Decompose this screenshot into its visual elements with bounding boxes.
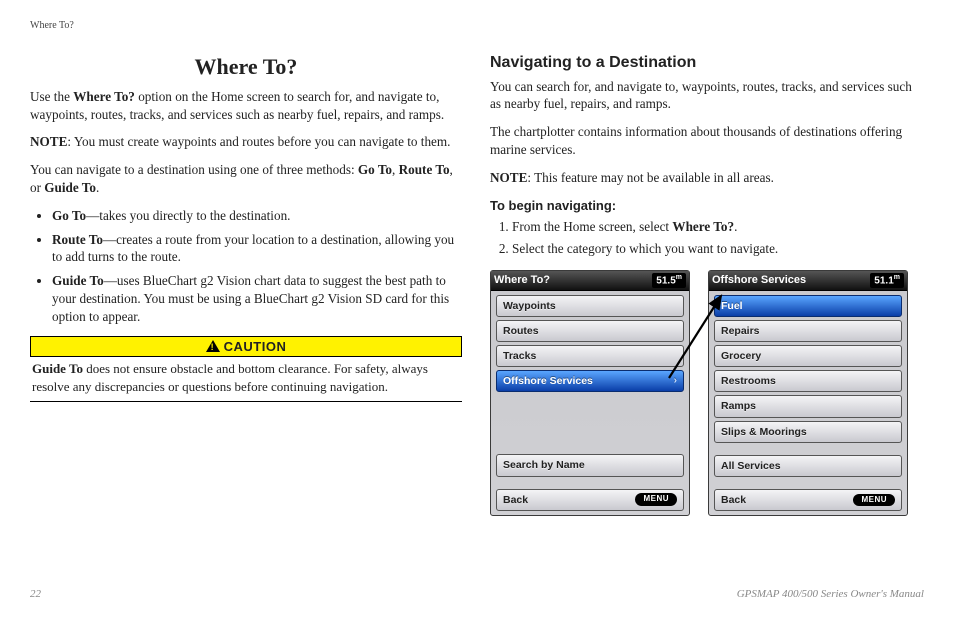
route-to-bold: Route To [399,162,450,177]
menu-tracks[interactable]: Tracks [496,345,684,367]
device-menu-list: Waypoints Routes Tracks Offshore Service… [491,291,689,515]
term: Guide To [32,361,83,376]
where-to-bold: Where To? [672,219,734,234]
spacer [496,395,684,451]
where-to-bold: Where To? [73,89,135,104]
menu-search-by-name[interactable]: Search by Name [496,454,684,476]
label: Fuel [721,300,743,312]
text: From the Home screen, select [512,219,672,234]
menu-back[interactable]: Back MENU [714,489,902,511]
screen-title: Where To? [494,273,550,288]
text: does not ensure obstacle and bottom clea… [32,361,428,394]
def: —takes you directly to the destination. [86,208,290,223]
list-item: Route To—creates a route from your locat… [52,231,462,267]
text: You can navigate to a destination using … [30,162,358,177]
left-column: Where To? Use the Where To? option on th… [30,52,462,516]
screen-title: Offshore Services [712,273,806,288]
intro-paragraph: Use the Where To? option on the Home scr… [30,88,462,124]
method-list: Go To—takes you directly to the destinat… [44,207,462,326]
caution-bar: CAUTION [30,336,462,358]
device-screenshots: Where To? 51.5m Waypoints Routes Tracks … [490,270,924,516]
term: Guide To [52,273,104,288]
steps-list: From the Home screen, select Where To?. … [508,218,924,258]
depth-badge: 51.5m [652,273,686,288]
menu-offshore-services[interactable]: Offshore Services › [496,370,684,392]
section-title: Navigating to a Destination [490,52,924,74]
page-footer: 22 GPSMAP 400/500 Series Owner's Manual [30,588,924,600]
right-p1: You can search for, and navigate to, way… [490,78,924,114]
text: : This feature may not be available in a… [527,170,774,185]
text: , [392,162,399,177]
depth-value: 51.5 [656,275,675,286]
depth-value: 51.1 [874,275,893,286]
term: Go To [52,208,86,223]
device-menu-list: Fuel Repairs Grocery Restrooms Ramps Sli… [709,291,907,515]
text: Use the [30,89,73,104]
list-item: Select the category to which you want to… [512,240,924,258]
label: Offshore Services [503,375,593,387]
page-title: Where To? [30,52,462,82]
spacer [714,446,902,452]
label: Back [721,493,746,507]
device-where-to: Where To? 51.5m Waypoints Routes Tracks … [490,270,690,516]
right-note: NOTE: This feature may not be available … [490,169,924,187]
menu-pill: MENU [635,493,677,506]
device-header: Where To? 51.5m [491,271,689,291]
device-offshore-services: Offshore Services 51.1m Fuel Repairs Gro… [708,270,908,516]
right-column: Navigating to a Destination You can sear… [490,52,924,516]
chevron-right-icon: › [674,374,677,388]
menu-all-services[interactable]: All Services [714,455,902,477]
spacer [714,480,902,486]
text: . [734,219,737,234]
spacer [496,480,684,486]
label: Back [503,493,528,507]
text: : You must create waypoints and routes b… [67,134,450,149]
content-columns: Where To? Use the Where To? option on th… [30,52,924,516]
term: Route To [52,232,103,247]
steps-title: To begin navigating: [490,197,924,215]
menu-fuel[interactable]: Fuel [714,295,902,317]
menu-back[interactable]: Back MENU [496,489,684,511]
running-header: Where To? [30,20,74,31]
right-p2: The chartplotter contains information ab… [490,123,924,159]
menu-pill: MENU [853,494,895,507]
guide-to-bold: Guide To [44,180,96,195]
warning-icon [206,340,220,352]
device-header: Offshore Services 51.1m [709,271,907,291]
text: . [96,180,99,195]
def: —creates a route from your location to a… [52,232,454,265]
list-item: Go To—takes you directly to the destinat… [52,207,462,225]
menu-routes[interactable]: Routes [496,320,684,342]
go-to-bold: Go To [358,162,392,177]
menu-repairs[interactable]: Repairs [714,320,902,342]
menu-grocery[interactable]: Grocery [714,345,902,367]
note-paragraph: NOTE: You must create waypoints and rout… [30,133,462,151]
def: —uses BlueChart g2 Vision chart data to … [52,273,449,324]
depth-badge: 51.1m [870,273,904,288]
manual-title: GPSMAP 400/500 Series Owner's Manual [737,588,924,600]
list-item: From the Home screen, select Where To?. [512,218,924,236]
menu-waypoints[interactable]: Waypoints [496,295,684,317]
note-label: NOTE [490,170,527,185]
note-label: NOTE [30,134,67,149]
page-number: 22 [30,588,41,600]
caution-label: CAUTION [224,339,287,354]
list-item: Guide To—uses BlueChart g2 Vision chart … [52,272,462,325]
caution-body: Guide To does not ensure obstacle and bo… [30,357,462,402]
methods-paragraph: You can navigate to a destination using … [30,161,462,197]
menu-ramps[interactable]: Ramps [714,395,902,417]
page: Where To? Where To? Use the Where To? op… [0,0,954,618]
menu-slips-moorings[interactable]: Slips & Moorings [714,421,902,443]
menu-restrooms[interactable]: Restrooms [714,370,902,392]
